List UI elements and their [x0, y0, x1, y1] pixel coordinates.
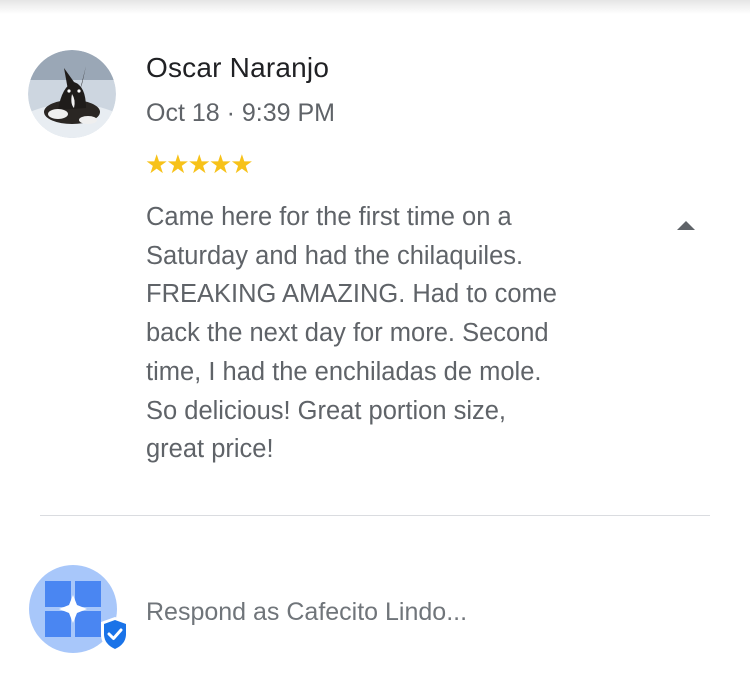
- review-timestamp: Oct 18 · 9:39 PM: [146, 99, 335, 127]
- review-text: Came here for the first time on a Saturd…: [146, 203, 557, 464]
- business-avatar: [29, 565, 129, 657]
- avatar[interactable]: [28, 50, 116, 138]
- reviewer-name[interactable]: Oscar Naranjo: [146, 52, 329, 84]
- divider: [40, 515, 710, 516]
- top-shadow: [0, 0, 750, 14]
- verified-check-icon: [101, 617, 129, 653]
- business-logo-icon: [45, 581, 101, 637]
- dog-photo-icon: [28, 50, 116, 138]
- caret-up-icon[interactable]: [674, 218, 698, 232]
- star-rating: ★★★★★: [145, 149, 254, 179]
- respond-input[interactable]: Respond as Cafecito Lindo...: [146, 592, 706, 632]
